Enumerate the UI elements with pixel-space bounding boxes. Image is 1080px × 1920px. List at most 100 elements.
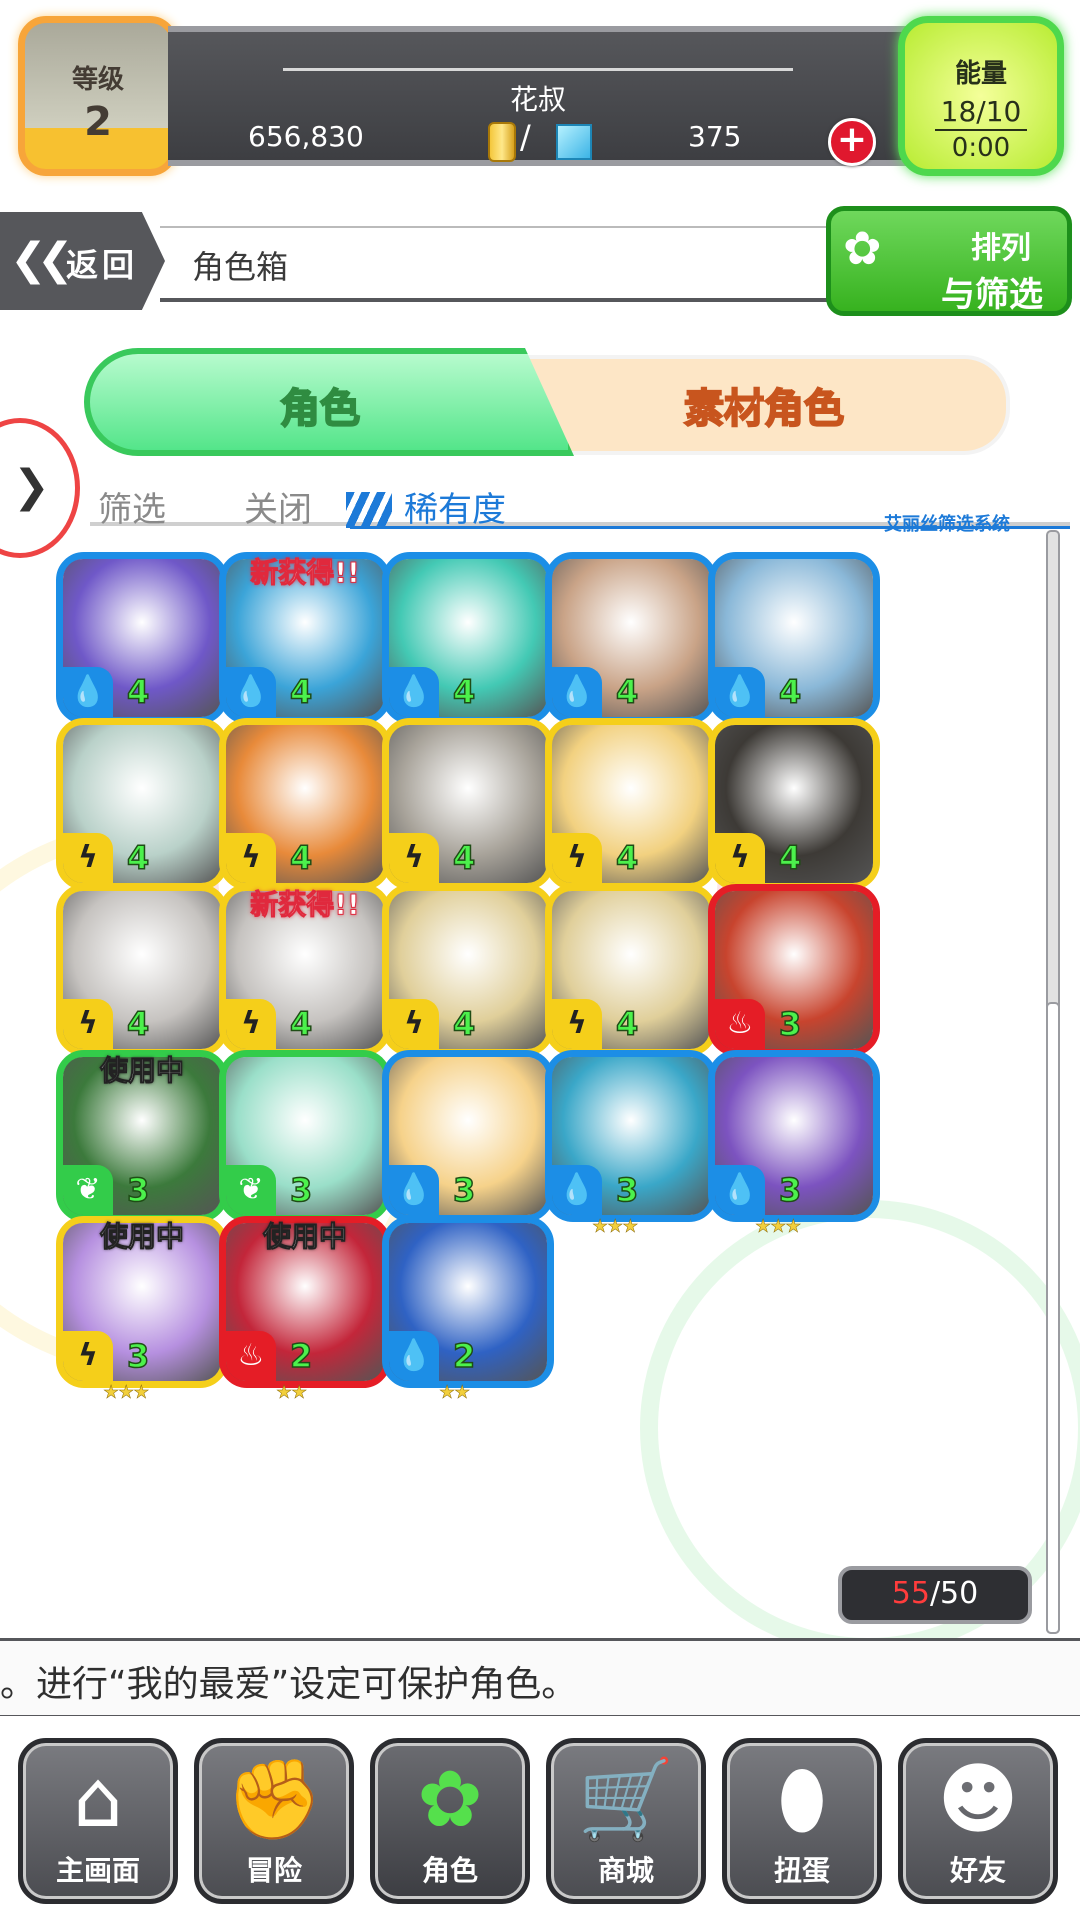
wind-element-icon: ❦ bbox=[226, 1165, 276, 1215]
level-label: 等级 bbox=[71, 65, 124, 95]
character-card[interactable]: 💧4★★★★ bbox=[708, 552, 880, 739]
nav-rabbit[interactable]: ✿ 角色 bbox=[370, 1738, 530, 1904]
page-title: 角色箱 bbox=[192, 248, 289, 286]
character-card[interactable]: ϟ4★★★★ bbox=[219, 718, 391, 905]
nav-label: 好友 bbox=[949, 1854, 1006, 1887]
sort-filter-button[interactable]: ✿ 排列 与筛选 bbox=[826, 206, 1072, 316]
card-level: 4 bbox=[126, 838, 150, 878]
new-badge: 新获得!! bbox=[250, 888, 361, 922]
user-panel: 花叔 656,830 / 375 bbox=[168, 26, 908, 166]
energy-box[interactable]: 能量 18/10 0:00 bbox=[898, 16, 1064, 176]
character-card[interactable]: 💧 2 ★★ bbox=[382, 1216, 554, 1403]
water-element-icon: 💧 bbox=[389, 1331, 439, 1381]
character-card[interactable]: ϟ4★★★★ bbox=[545, 884, 717, 1071]
card-level: 4 bbox=[778, 838, 802, 878]
character-card[interactable]: ♨3★★★ bbox=[708, 884, 880, 1071]
character-grid: 💧4★★★★💧4★★★★新获得!!💧4★★★★💧4★★★★💧4★★★★ϟ4★★★… bbox=[56, 552, 1036, 1542]
card-level: 3 bbox=[126, 1336, 150, 1376]
card-level: 4 bbox=[126, 1004, 150, 1044]
nav-handshake[interactable]: ✊ 冒险 bbox=[194, 1738, 354, 1904]
character-card[interactable]: ϟ4★★★★ bbox=[56, 884, 228, 1071]
tab-character-label[interactable]: 角色 bbox=[279, 376, 361, 434]
character-card[interactable]: ϟ4★★★★ bbox=[545, 718, 717, 905]
character-card[interactable]: ϟ4★★★★ bbox=[708, 718, 880, 905]
rabbit-icon: ✿ bbox=[417, 1755, 483, 1845]
side-menu-toggle[interactable]: ❯ bbox=[0, 418, 80, 558]
character-card[interactable]: 💧4★★★★新获得!! bbox=[219, 552, 391, 739]
nav-friends[interactable]: ☻ 好友 bbox=[898, 1738, 1058, 1904]
card-level: 4 bbox=[452, 672, 476, 712]
fire-element-icon: ♨ bbox=[715, 999, 765, 1049]
card-level: 4 bbox=[452, 1004, 476, 1044]
energy-divider bbox=[935, 129, 1027, 131]
scrollbar-thumb[interactable] bbox=[1046, 1002, 1060, 1634]
hint-bar: 。进行“我的最爱”设定可保护角色。 bbox=[0, 1638, 1080, 1718]
filter-close-label[interactable]: 关闭 bbox=[244, 482, 312, 531]
nav-cart[interactable]: 🛒 商城 bbox=[546, 1738, 706, 1904]
rarity-stars: ★★★ bbox=[592, 1216, 639, 1238]
rarity-filter-label[interactable]: 稀有度 bbox=[404, 482, 506, 531]
water-element-icon: 💧 bbox=[715, 1165, 765, 1215]
nav-home[interactable]: ⌂ 主画面 bbox=[18, 1738, 178, 1904]
nav-label: 冒险 bbox=[245, 1854, 302, 1887]
rarity-stars: ★★ bbox=[276, 1382, 308, 1404]
character-card[interactable]: ❦3★★★使用中 bbox=[56, 1050, 228, 1237]
character-card[interactable]: 💧3★★★ bbox=[382, 1050, 554, 1237]
energy-value: 18/10 bbox=[940, 95, 1022, 128]
card-level: 3 bbox=[615, 1170, 639, 1210]
water-element-icon: 💧 bbox=[226, 667, 276, 717]
panel-divider bbox=[283, 68, 793, 71]
thunder-element-icon: ϟ bbox=[552, 999, 602, 1049]
egg-icon: ⬮ bbox=[777, 1755, 827, 1845]
filter-label[interactable]: 筛选 bbox=[98, 482, 166, 531]
character-card[interactable]: 💧4★★★★ bbox=[56, 552, 228, 739]
character-card[interactable]: ❦3★★★ bbox=[219, 1050, 391, 1237]
handshake-icon: ✊ bbox=[225, 1755, 323, 1845]
character-card[interactable]: ϟ4★★★★ bbox=[382, 884, 554, 1071]
rarity-stars: ★★★ bbox=[755, 1216, 802, 1238]
card-level: 2 bbox=[452, 1336, 476, 1376]
level-box: 等级 2 bbox=[18, 16, 178, 176]
character-card[interactable]: 💧4★★★★ bbox=[382, 552, 554, 739]
card-level: 3 bbox=[778, 1004, 802, 1044]
thunder-element-icon: ϟ bbox=[552, 833, 602, 883]
gem-icon bbox=[556, 124, 592, 160]
character-card[interactable]: 💧 3 ★★★ bbox=[708, 1050, 880, 1237]
character-card[interactable]: ϟ4★★★★ bbox=[56, 718, 228, 905]
card-level: 4 bbox=[615, 838, 639, 878]
character-card[interactable]: ϟ4★★★★ bbox=[382, 718, 554, 905]
back-button[interactable]: ❮❮ 返回 bbox=[0, 212, 165, 310]
character-card[interactable]: 💧4★★★★ bbox=[545, 552, 717, 739]
currency-separator: / bbox=[520, 118, 531, 156]
new-badge: 新获得!! bbox=[250, 556, 361, 590]
filter-label: 与筛选 bbox=[941, 275, 1043, 315]
bottom-nav: ⌂ 主画面 ✊ 冒险 ✿ 角色 🛒 商城 ⬮ 扭蛋 ☻ 好友 bbox=[0, 1716, 1080, 1920]
card-level: 3 bbox=[289, 1170, 313, 1210]
water-element-icon: 💧 bbox=[552, 1165, 602, 1215]
energy-label: 能量 bbox=[954, 59, 1007, 89]
back-label: 返回 bbox=[66, 246, 139, 284]
hint-text: 。进行“我的最爱”设定可保护角色。 bbox=[0, 1664, 578, 1705]
tab-material-label[interactable]: 素材角色 bbox=[683, 376, 845, 434]
rarity-stars: ★★ bbox=[439, 1382, 471, 1404]
rabbit-icon: ✿ bbox=[843, 221, 882, 275]
nav-egg[interactable]: ⬮ 扭蛋 bbox=[722, 1738, 882, 1904]
card-level: 4 bbox=[289, 1004, 313, 1044]
cart-icon: 🛒 bbox=[577, 1755, 675, 1845]
character-card[interactable]: ♨ 2 ★★ 使用中 bbox=[219, 1216, 391, 1403]
username: 花叔 bbox=[509, 83, 566, 116]
card-level: 3 bbox=[452, 1170, 476, 1210]
water-element-icon: 💧 bbox=[715, 667, 765, 717]
card-level: 4 bbox=[289, 838, 313, 878]
energy-timer: 0:00 bbox=[951, 133, 1011, 163]
card-level: 4 bbox=[778, 672, 802, 712]
card-level: 3 bbox=[778, 1170, 802, 1210]
thunder-element-icon: ϟ bbox=[63, 1331, 113, 1381]
buy-gems-plus-icon[interactable]: + bbox=[828, 118, 876, 166]
character-card[interactable]: ϟ 3 ★★★ 使用中 bbox=[56, 1216, 228, 1403]
character-card[interactable]: 💧 3 ★★★ bbox=[545, 1050, 717, 1237]
box-capacity-counter: 55/50 bbox=[838, 1566, 1032, 1624]
character-card[interactable]: ϟ4★★★★新获得!! bbox=[219, 884, 391, 1071]
box-count-current: 55 bbox=[891, 1576, 930, 1611]
thunder-element-icon: ϟ bbox=[63, 833, 113, 883]
